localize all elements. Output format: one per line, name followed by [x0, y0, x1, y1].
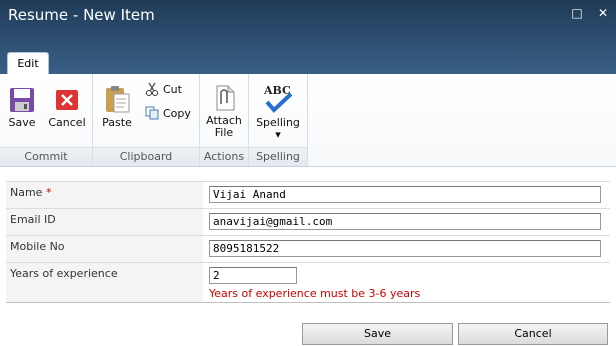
ribbon-group-actions: Attach File Actions — [200, 74, 249, 166]
ribbon-copy-button[interactable]: Copy — [145, 106, 191, 120]
field-label-mobile: Mobile No — [6, 236, 203, 262]
email-input[interactable] — [209, 213, 601, 230]
group-label-actions: Actions — [200, 147, 248, 166]
ribbon-paste-label: Paste — [102, 116, 132, 129]
form-row-experience: Years of experience Years of experience … — [6, 262, 610, 303]
ribbon-group-spelling: ABC Spelling ▾ Spelling — [249, 74, 308, 166]
attach-file-icon — [216, 85, 235, 111]
group-label-spelling: Spelling — [249, 147, 307, 166]
form-divider — [6, 302, 610, 303]
cancel-icon — [56, 90, 78, 110]
field-label-experience: Years of experience — [6, 263, 203, 303]
cancel-button[interactable]: Cancel — [458, 323, 608, 345]
ribbon: Save Cancel Commit Paste Cut Copy Clipbo… — [0, 74, 616, 167]
field-label-email: Email ID — [6, 209, 203, 235]
tab-edit[interactable]: Edit — [7, 52, 49, 75]
maximize-icon[interactable]: □ — [570, 6, 584, 20]
field-label-name: Name * — [6, 182, 203, 208]
floppy-disk-icon — [10, 88, 34, 112]
name-label: Name — [10, 186, 43, 199]
copy-icon — [145, 106, 159, 120]
ribbon-cancel-label: Cancel — [48, 116, 86, 129]
form-row-name: Name * — [6, 181, 610, 208]
experience-input[interactable] — [209, 267, 297, 284]
mobile-input[interactable] — [209, 240, 601, 257]
window-title: Resume - New Item — [8, 6, 155, 24]
ribbon-paste-button[interactable]: Paste — [99, 84, 135, 129]
group-label-clipboard: Clipboard — [93, 147, 199, 166]
item-form: Name * Email ID Mobile No Years of exper… — [6, 181, 610, 303]
ribbon-cut-button[interactable]: Cut — [145, 82, 182, 96]
required-marker: * — [45, 186, 52, 199]
paste-icon — [106, 86, 130, 113]
svg-text:ABC: ABC — [263, 84, 291, 97]
spelling-check-icon: ABC — [263, 84, 293, 113]
scissors-icon — [146, 82, 158, 96]
close-icon[interactable]: ✕ — [596, 6, 610, 20]
ribbon-cut-label: Cut — [163, 82, 182, 96]
ribbon-copy-label: Copy — [163, 106, 191, 120]
group-label-commit: Commit — [0, 147, 92, 166]
form-row-email: Email ID — [6, 208, 610, 235]
ribbon-spelling-button[interactable]: ABC Spelling ▾ — [255, 82, 301, 141]
validation-error: Years of experience must be 3-6 years — [209, 287, 421, 300]
ribbon-save-label: Save — [8, 116, 36, 129]
save-button[interactable]: Save — [302, 323, 453, 345]
form-row-mobile: Mobile No — [6, 235, 610, 262]
name-input[interactable] — [209, 186, 601, 203]
ribbon-cancel-button[interactable]: Cancel — [46, 86, 88, 129]
title-bar: Resume - New Item □ ✕ Edit — [0, 0, 616, 75]
ribbon-group-commit: Save Cancel Commit — [0, 74, 93, 166]
ribbon-group-clipboard: Paste Cut Copy Clipboard — [93, 74, 200, 166]
ribbon-save-button[interactable]: Save — [4, 86, 40, 129]
chevron-down-icon: ▾ — [275, 128, 281, 141]
ribbon-attach-label-2: File — [214, 126, 234, 139]
ribbon-attach-file-button[interactable]: Attach File — [204, 84, 244, 139]
